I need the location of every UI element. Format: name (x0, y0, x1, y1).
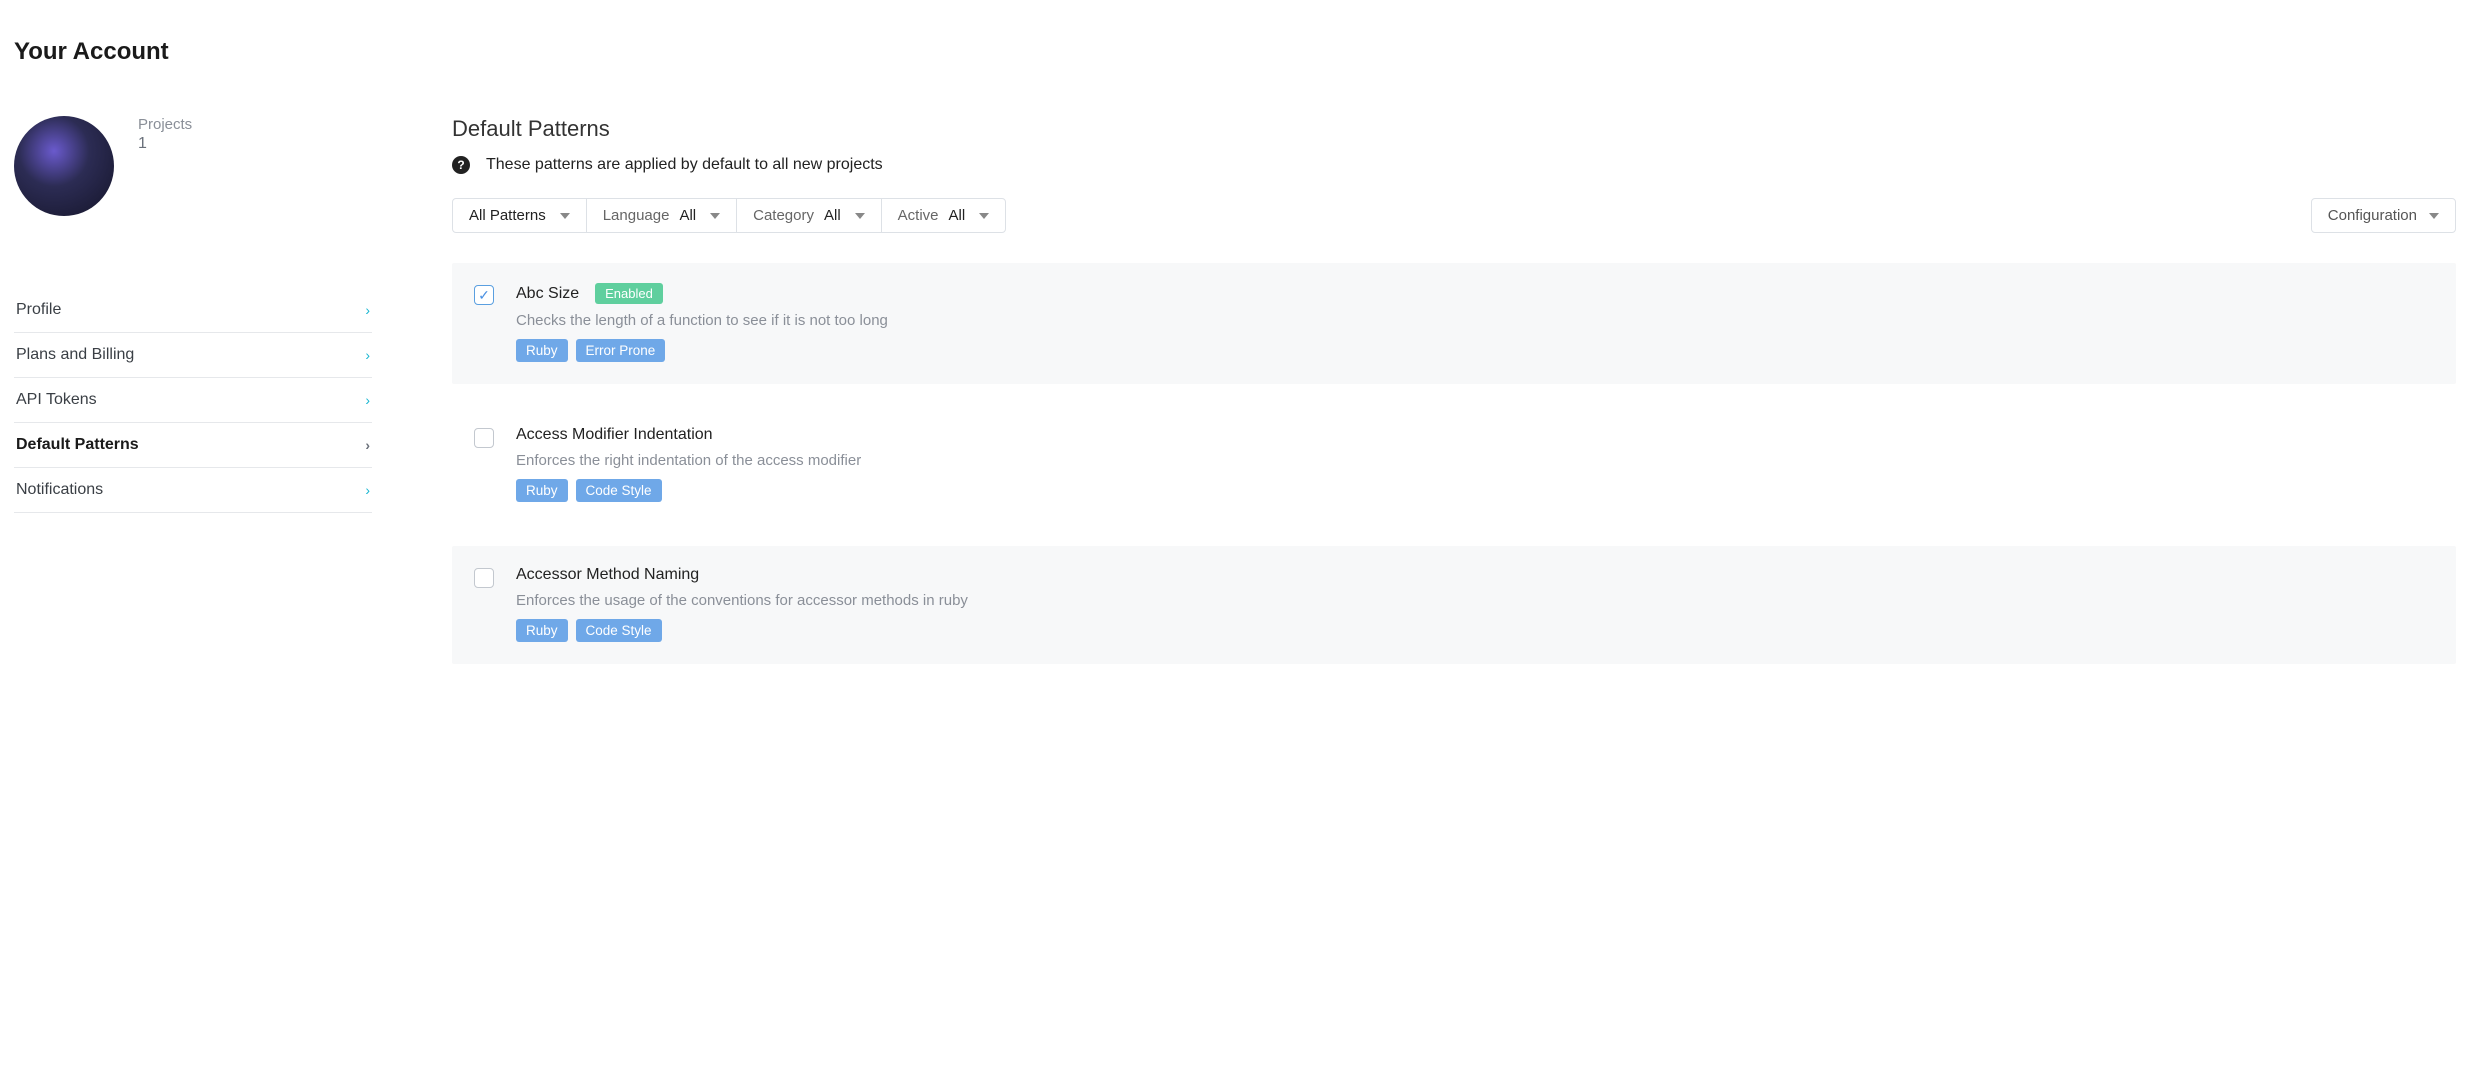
chevron-down-icon (710, 213, 720, 219)
layout: Projects 1 Profile›Plans and Billing›API… (14, 116, 2456, 664)
pattern-body: Abc Size Enabled Checks the length of a fu… (516, 283, 2434, 362)
sidebar-item-label: Default Patterns (16, 436, 139, 454)
main-content: Default Patterns ? These patterns are ap… (452, 116, 2456, 664)
filter-language-value: All (679, 207, 696, 224)
tag[interactable]: Code Style (576, 479, 662, 502)
tag[interactable]: Ruby (516, 619, 568, 642)
pattern-description: Checks the length of a function to see i… (516, 312, 2434, 329)
sidebar-item-api-tokens[interactable]: API Tokens › (14, 378, 372, 423)
chevron-right-icon: › (365, 392, 370, 408)
chevron-down-icon (560, 213, 570, 219)
checkbox-wrap: ✓ (474, 283, 494, 362)
tag[interactable]: Code Style (576, 619, 662, 642)
checkbox-wrap: ✓ (474, 566, 494, 642)
pattern-checkbox[interactable]: ✓ (474, 428, 494, 448)
pattern-tags: Ruby Error Prone (516, 339, 2434, 362)
pattern-tags: Ruby Code Style (516, 619, 2434, 642)
pattern-head: Accessor Method Naming (516, 566, 2434, 584)
sidebar-item-notifications[interactable]: Notifications › (14, 468, 372, 513)
chevron-right-icon: › (365, 437, 370, 453)
sidebar-item-label: Plans and Billing (16, 346, 134, 364)
tag[interactable]: Ruby (516, 479, 568, 502)
subtitle-row: ? These patterns are applied by default … (452, 156, 2456, 174)
sidebar-item-label: API Tokens (16, 391, 97, 409)
chevron-right-icon: › (365, 302, 370, 318)
checkbox-wrap: ✓ (474, 426, 494, 502)
chevron-down-icon (979, 213, 989, 219)
pattern-name: Access Modifier Indentation (516, 426, 713, 444)
pattern-row[interactable]: ✓ Access Modifier Indentation Enforces the… (452, 406, 2456, 524)
sidebar-item-label: Profile (16, 301, 61, 319)
pattern-checkbox[interactable]: ✓ (474, 285, 494, 305)
pattern-checkbox[interactable]: ✓ (474, 568, 494, 588)
help-icon[interactable]: ? (452, 156, 470, 174)
sidebar-item-label: Notifications (16, 481, 103, 499)
filter-category-value: All (824, 207, 841, 224)
pattern-row[interactable]: ✓ Accessor Method Naming Enforces the usag… (452, 546, 2456, 664)
filter-group: All Patterns Language All Category All A… (452, 198, 1006, 233)
pattern-body: Accessor Method Naming Enforces the usage… (516, 566, 2434, 642)
filter-bar: All Patterns Language All Category All A… (452, 198, 2456, 233)
pattern-tags: Ruby Code Style (516, 479, 2434, 502)
pattern-description: Enforces the right indentation of the ac… (516, 452, 2434, 469)
pattern-description: Enforces the usage of the conventions fo… (516, 592, 2434, 609)
filter-all-patterns-label: All Patterns (469, 207, 546, 224)
chevron-down-icon (855, 213, 865, 219)
pattern-row[interactable]: ✓ Abc Size Enabled Checks the length of a f… (452, 263, 2456, 384)
check-icon: ✓ (478, 288, 490, 302)
chevron-right-icon: › (365, 347, 370, 363)
projects-count: 1 (138, 135, 192, 153)
sidebar-item-profile[interactable]: Profile › (14, 288, 372, 333)
pattern-body: Access Modifier Indentation Enforces the … (516, 426, 2434, 502)
sidebar-item-default-patterns[interactable]: Default Patterns › (14, 423, 372, 468)
profile-section: Projects 1 (14, 116, 372, 216)
filter-category[interactable]: Category All (737, 199, 882, 232)
profile-meta: Projects 1 (138, 116, 192, 153)
tag[interactable]: Error Prone (576, 339, 666, 362)
page-title: Your Account (14, 38, 2456, 66)
pattern-head: Access Modifier Indentation (516, 426, 2434, 444)
filter-active-label: Active (898, 207, 939, 224)
chevron-right-icon: › (365, 482, 370, 498)
subtitle-text: These patterns are applied by default to… (486, 156, 883, 174)
pattern-name: Abc Size (516, 285, 579, 303)
filter-language[interactable]: Language All (587, 199, 737, 232)
configuration-label: Configuration (2328, 207, 2417, 224)
projects-label: Projects (138, 116, 192, 133)
avatar[interactable] (14, 116, 114, 216)
pattern-name: Accessor Method Naming (516, 566, 699, 584)
filter-all-patterns[interactable]: All Patterns (453, 199, 587, 232)
filter-language-label: Language (603, 207, 670, 224)
tag[interactable]: Ruby (516, 339, 568, 362)
pattern-list: ✓ Abc Size Enabled Checks the length of a f… (452, 263, 2456, 664)
filter-active[interactable]: Active All (882, 199, 1006, 232)
sidebar: Projects 1 Profile›Plans and Billing›API… (14, 116, 372, 664)
sidebar-nav: Profile›Plans and Billing›API Tokens›Def… (14, 288, 372, 513)
filter-category-label: Category (753, 207, 814, 224)
filter-active-value: All (949, 207, 966, 224)
pattern-head: Abc Size Enabled (516, 283, 2434, 304)
main-title: Default Patterns (452, 116, 2456, 142)
configuration-button[interactable]: Configuration (2311, 198, 2456, 233)
enabled-badge: Enabled (595, 283, 663, 304)
chevron-down-icon (2429, 213, 2439, 219)
sidebar-item-plans-and-billing[interactable]: Plans and Billing › (14, 333, 372, 378)
